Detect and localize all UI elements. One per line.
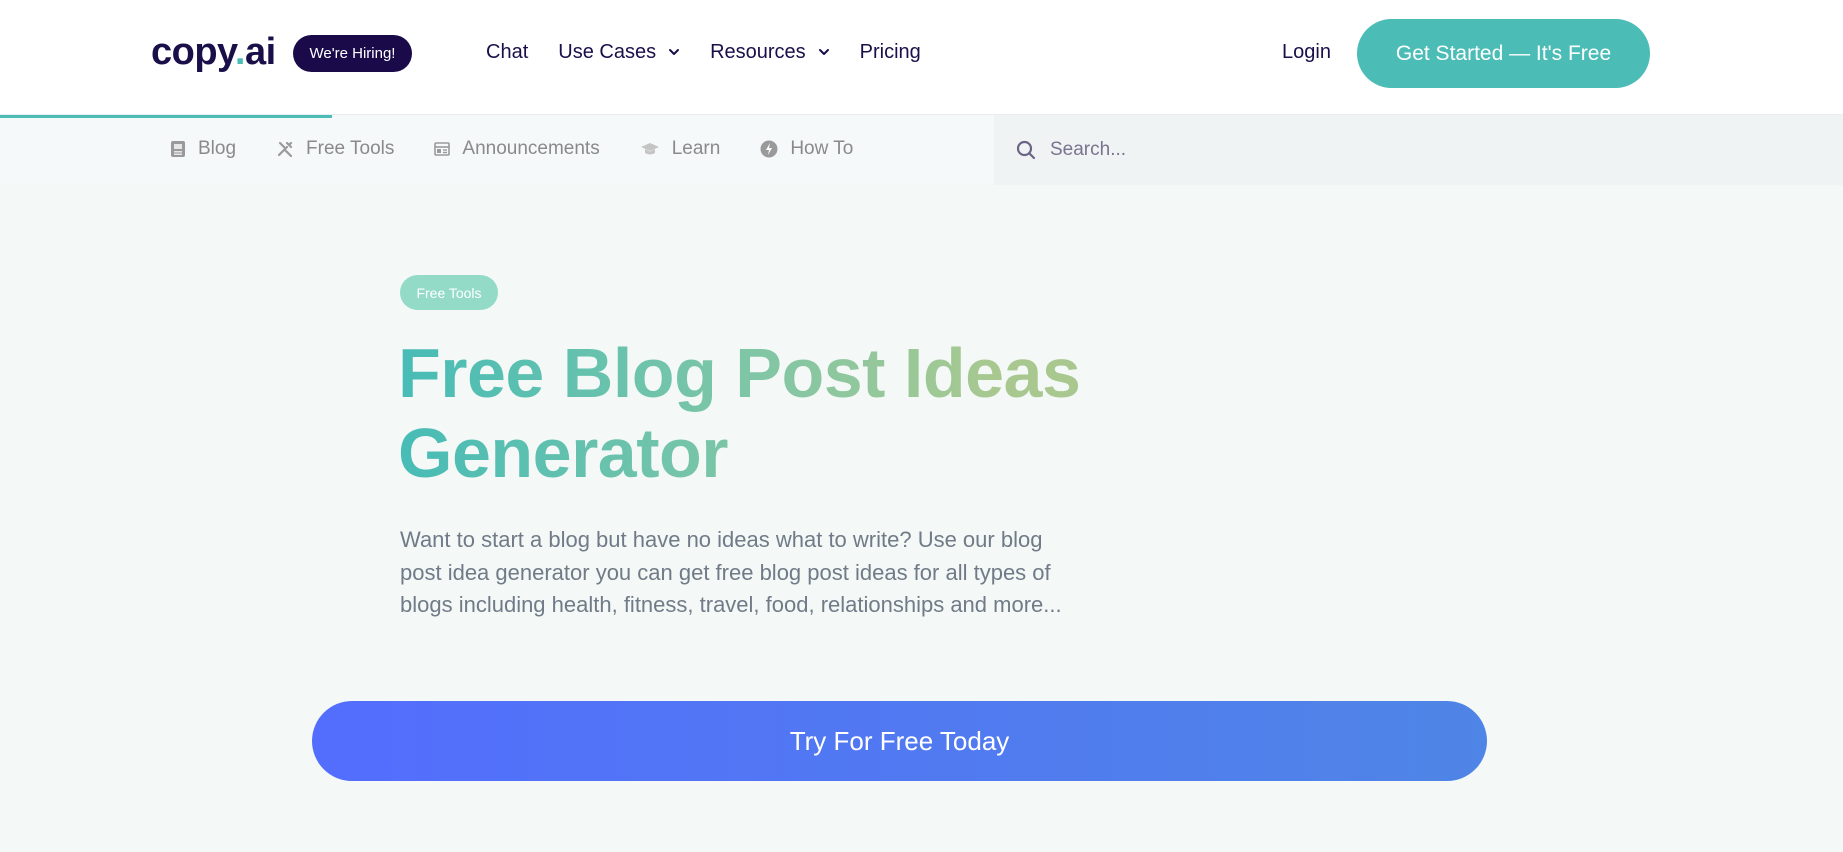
- search-icon: [1016, 140, 1036, 160]
- subnav-item-how-to[interactable]: How To: [760, 137, 853, 161]
- search-bar: [994, 115, 1843, 185]
- get-started-button[interactable]: Get Started — It's Free: [1357, 19, 1650, 88]
- nav-label: Chat: [486, 41, 529, 63]
- top-header: copy.ai We're Hiring! Chat Use Cases Res…: [0, 0, 1843, 114]
- subnav-label: Announcements: [462, 138, 600, 159]
- subnav-item-learn[interactable]: Learn: [640, 137, 721, 161]
- lightning-icon: [760, 140, 778, 158]
- subnav-label: Learn: [671, 138, 721, 159]
- page-description: Want to start a blog but have no ideas w…: [400, 527, 1062, 617]
- nav-pricing[interactable]: Pricing: [860, 40, 921, 64]
- logo-dot: .: [234, 31, 246, 73]
- subnav-item-blog[interactable]: Blog: [170, 137, 236, 161]
- subnav-label: How To: [790, 138, 854, 159]
- subnav-item-announcements[interactable]: Announcements: [434, 137, 600, 161]
- subnav-item-free-tools[interactable]: Free Tools: [276, 137, 394, 161]
- nav-chat[interactable]: Chat: [486, 40, 528, 64]
- page-title: Free Blog Post Ideas Generator: [398, 333, 1098, 493]
- main-nav: Chat Use Cases Resources Pricing: [486, 40, 951, 64]
- try-for-free-button[interactable]: Try For Free Today: [312, 701, 1487, 781]
- chevron-down-icon: [669, 49, 680, 55]
- logo-text: copy: [151, 31, 235, 73]
- blog-subnav: Blog Free Tools Announcements Learn How …: [0, 114, 1843, 185]
- newspaper-icon: [434, 142, 451, 156]
- nav-label: Use Cases: [558, 41, 657, 63]
- subnav-label: Free Tools: [306, 138, 395, 159]
- search-input[interactable]: [1050, 139, 1650, 161]
- tools-icon: [277, 141, 293, 158]
- logo-suffix: ai: [244, 31, 276, 73]
- nav-resources[interactable]: Resources: [710, 40, 830, 64]
- hiring-badge[interactable]: We're Hiring!: [293, 35, 412, 72]
- category-badge[interactable]: Free Tools: [400, 275, 498, 310]
- document-icon: [171, 141, 185, 157]
- nav-label: Resources: [710, 41, 806, 63]
- graduation-cap-icon: [640, 143, 659, 155]
- chevron-down-icon: [818, 49, 829, 55]
- nav-label: Pricing: [859, 41, 921, 63]
- subnav-label: Blog: [198, 138, 237, 159]
- nav-use-cases[interactable]: Use Cases: [558, 40, 680, 64]
- copyai-logo[interactable]: copy.ai: [151, 30, 276, 74]
- login-link[interactable]: Login: [1282, 40, 1331, 64]
- reading-progress-bar: [0, 115, 332, 118]
